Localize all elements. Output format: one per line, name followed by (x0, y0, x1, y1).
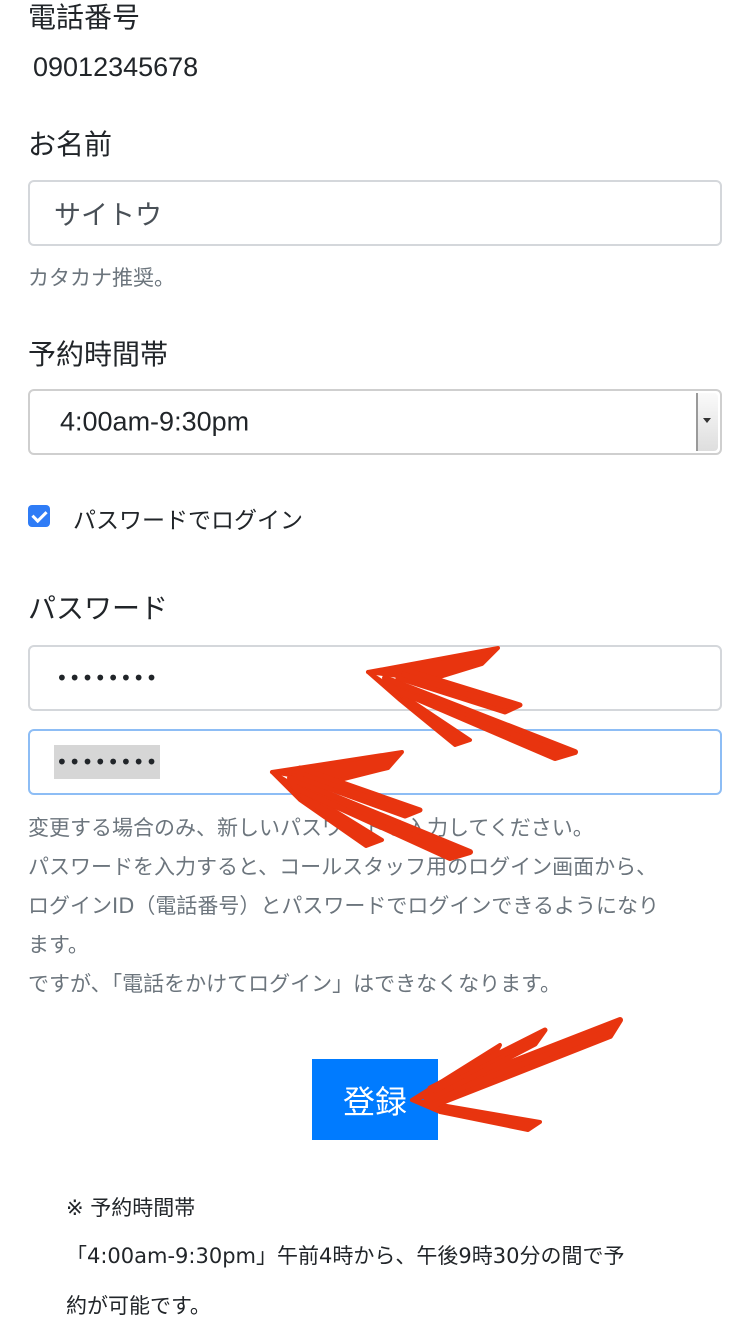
password-confirm-input-mask: •••••••• (54, 745, 161, 779)
password-login-checkbox[interactable] (28, 505, 50, 527)
annotation-arrow-icon (410, 1017, 623, 1132)
password-help-line-5: ですが、「電話をかけてログイン」はできなくなります。 (28, 972, 561, 996)
phone-label: 電話番号 (28, 1, 141, 34)
note-title: ※ 予約時間帯 (66, 1196, 196, 1220)
name-label: お名前 (28, 128, 113, 161)
time-slot-selected-value: 4:00am-9:30pm (60, 406, 250, 437)
note-line-1: 「4:00am-9:30pm」午前4時から、午後9時30分の間で予 (66, 1244, 625, 1268)
register-button[interactable]: 登録 (312, 1059, 438, 1140)
name-input-value: サイトウ (54, 200, 162, 232)
password-label: パスワード (28, 592, 169, 625)
chevron-down-icon[interactable] (696, 393, 718, 451)
password-login-label[interactable]: パスワードでログイン (73, 501, 303, 535)
password-input[interactable]: •••••••• (28, 645, 722, 711)
checkmark-icon (31, 506, 48, 524)
password-help-line-3: ログインID（電話番号）とパスワードでログインできるようになり (28, 894, 659, 918)
password-input-mask: •••••••• (56, 666, 159, 690)
password-confirm-input[interactable]: •••••••• (28, 729, 722, 795)
password-help-line-1: 変更する場合のみ、新しいパスワードを入力してください。 (28, 816, 594, 840)
time-slot-label: 予約時間帯 (28, 338, 169, 371)
phone-value: 09012345678 (33, 52, 199, 82)
name-input[interactable]: サイトウ (28, 180, 722, 246)
note-line-2: 約が可能です。 (66, 1294, 211, 1318)
name-help-text: カタカナ推奨。 (28, 266, 175, 290)
password-help-line-2: パスワードを入力すると、コールスタッフ用のログイン画面から、 (28, 855, 658, 879)
password-help-line-4: ます。 (28, 933, 89, 957)
time-slot-select[interactable]: 4:00am-9:30pm (28, 389, 722, 455)
